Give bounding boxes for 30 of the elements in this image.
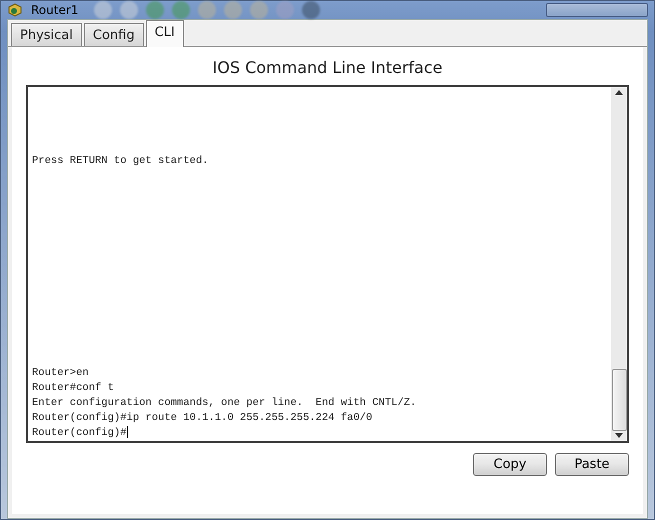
toolbar-icon[interactable] — [120, 1, 138, 19]
toolbar-icon[interactable] — [250, 1, 268, 19]
terminal-line: Router#conf t — [32, 381, 115, 396]
terminal-line: Router(config)#ip route 10.1.1.0 255.255.255.224 fa0/0 — [32, 411, 374, 426]
panel-heading: IOS Command Line Interface — [212, 57, 444, 79]
window-title: Router1 — [31, 3, 78, 17]
scrollbar[interactable] — [611, 87, 627, 441]
tab[interactable]: Physical — [11, 23, 82, 46]
action-button[interactable]: Copy — [473, 453, 547, 476]
terminal-line: Press RETURN to get started. — [32, 154, 210, 169]
toolbar-icon[interactable] — [302, 1, 320, 19]
toolbar-icon[interactable] — [146, 1, 164, 19]
terminal-line: Enter configuration commands, one per line. End with CNTL/Z. — [32, 396, 418, 411]
terminal-line: Router>en — [32, 366, 90, 381]
toolbar-icon[interactable] — [94, 1, 112, 19]
scroll-down-icon[interactable] — [615, 433, 623, 438]
action-button[interactable]: Paste — [555, 453, 629, 476]
toolbar-icon[interactable] — [224, 1, 242, 19]
text-cursor — [126, 426, 128, 438]
terminal-line: Router(config)# — [32, 426, 129, 441]
tab[interactable]: Config — [84, 23, 144, 46]
toolbar-icon[interactable] — [276, 1, 294, 19]
terminal[interactable]: Press RETURN to get started. Router>en Router#conf t Enter configuration commands, one per line. End with CNTL/Z. Router(config)#ip route 10.1.1.0 255.255.255.224 fa0/0 Router(config)# — [26, 85, 629, 443]
scroll-thumb[interactable] — [612, 369, 626, 431]
window-controls[interactable] — [546, 3, 648, 17]
toolbar-icon[interactable] — [198, 1, 216, 19]
toolbar-icon[interactable] — [172, 1, 190, 19]
router-icon — [7, 2, 23, 18]
tab[interactable]: CLI — [146, 20, 184, 47]
scroll-up-icon[interactable] — [615, 90, 623, 95]
